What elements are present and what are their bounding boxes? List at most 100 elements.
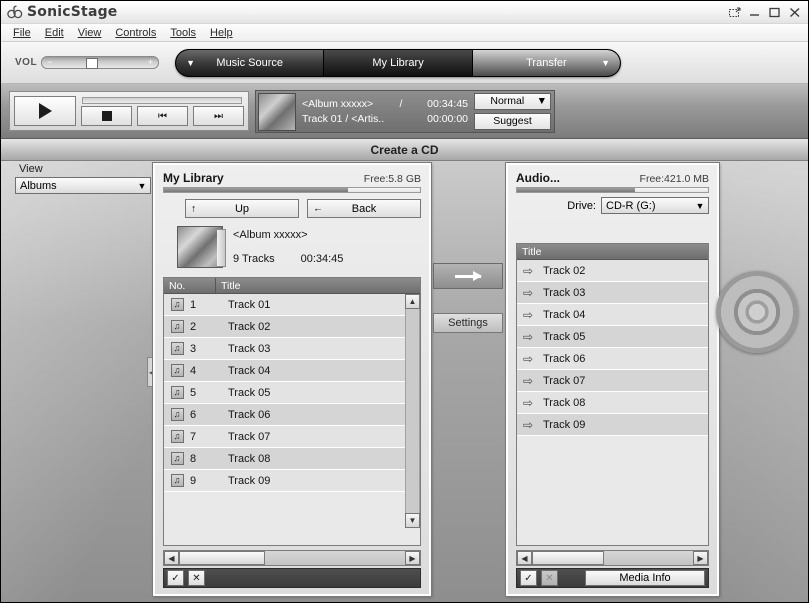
play-button[interactable] — [14, 96, 76, 126]
row-title: Track 04 — [228, 364, 271, 377]
scroll-left-button[interactable]: ◀ — [517, 551, 532, 565]
page-title: Create a CD — [1, 139, 808, 161]
table-row[interactable]: ⇨ Track 04 — [517, 304, 708, 326]
tab-transfer-label: Transfer — [526, 56, 567, 69]
volume-minus-icon[interactable]: − — [47, 58, 52, 67]
chevron-down-icon[interactable]: ▼ — [692, 198, 708, 213]
seek-slider[interactable] — [82, 97, 242, 104]
table-row[interactable]: ♫ 9 Track 09 — [164, 470, 420, 492]
menu-item-help[interactable]: Help — [203, 26, 240, 40]
table-row[interactable]: ⇨ Track 08 — [517, 392, 708, 414]
scroll-track[interactable] — [532, 551, 693, 565]
page-title-label: Create a CD — [370, 142, 439, 157]
cd-horizontal-scrollbar[interactable]: ◀ ▶ — [516, 550, 709, 566]
settings-button[interactable]: Settings — [433, 313, 503, 333]
menu-item-edit[interactable]: Edit — [38, 26, 71, 40]
triangle-down-icon: ▼ — [408, 516, 417, 525]
arrow-right-icon: ⇨ — [523, 263, 534, 278]
row-title: Track 08 — [543, 396, 586, 409]
select-all-button[interactable]: ✓ — [520, 570, 537, 586]
close-button[interactable] — [788, 6, 801, 19]
media-info-button[interactable]: Media Info — [585, 570, 705, 586]
tab-transfer[interactable]: Transfer ▼ — [472, 49, 621, 76]
scroll-right-button[interactable]: ▶ — [693, 551, 708, 565]
select-all-button[interactable]: ✓ — [167, 570, 184, 586]
volume-slider[interactable]: − + — [41, 56, 160, 69]
arrow-right-icon — [455, 270, 482, 281]
my-library-panel: My Library Free:5.8 GB ↑ Up ← Back <Albu… — [152, 162, 432, 597]
next-button[interactable]: ⏭ — [193, 106, 244, 126]
table-row[interactable]: ⇨ Track 06 — [517, 348, 708, 370]
suggest-button[interactable]: Suggest — [474, 112, 551, 130]
deselect-all-button[interactable]: ✕ — [188, 570, 205, 586]
table-row[interactable]: ⇨ Track 07 — [517, 370, 708, 392]
maximize-button[interactable] — [768, 6, 781, 19]
table-row[interactable]: ♫ 2 Track 02 — [164, 316, 420, 338]
cd-title: Audio... — [516, 171, 560, 185]
chevron-down-icon[interactable]: ▼ — [186, 58, 195, 68]
back-label: Back — [351, 202, 377, 215]
chevron-down-icon[interactable]: ▼ — [601, 58, 610, 68]
column-header-title[interactable]: Title — [517, 244, 708, 259]
stop-button[interactable] — [81, 106, 132, 126]
up-button[interactable]: ↑ Up — [185, 199, 299, 218]
scroll-track[interactable] — [405, 309, 420, 513]
chevron-down-icon[interactable]: ▼ — [134, 178, 150, 193]
library-vertical-scrollbar[interactable]: ▲ ▼ — [405, 294, 420, 528]
table-row[interactable]: ♫ 6 Track 06 — [164, 404, 420, 426]
table-row[interactable]: ⇨ Track 05 — [517, 326, 708, 348]
menu-item-tools[interactable]: Tools — [163, 26, 203, 40]
chevron-down-icon[interactable]: ▼ — [537, 95, 547, 107]
minimize-button[interactable] — [748, 6, 761, 19]
playback-mode-dropdown[interactable]: Normal ▼ — [474, 92, 551, 110]
scroll-down-button[interactable]: ▼ — [405, 513, 420, 528]
table-row[interactable]: ♫ 3 Track 03 — [164, 338, 420, 360]
tab-music-source[interactable]: ▼ Music Source — [176, 49, 325, 76]
back-button[interactable]: ← Back — [307, 199, 421, 218]
now-playing-total-time: 00:34:45 — [427, 97, 468, 110]
library-horizontal-scrollbar[interactable]: ◀ ▶ — [163, 550, 421, 566]
menu-item-file[interactable]: File — [6, 26, 38, 40]
scroll-track[interactable] — [179, 551, 405, 565]
window-controls — [728, 6, 804, 19]
row-title: Track 01 — [228, 298, 271, 311]
table-row[interactable]: ♫ 1 Track 01 — [164, 294, 420, 316]
table-row[interactable]: ♫ 7 Track 07 — [164, 426, 420, 448]
scroll-up-button[interactable]: ▲ — [405, 294, 420, 309]
menu-item-controls[interactable]: Controls — [108, 26, 163, 40]
view-mode-value: Albums — [20, 179, 57, 192]
table-row[interactable]: ⇨ Track 03 — [517, 282, 708, 304]
view-mode-dropdown[interactable]: Albums ▼ — [15, 177, 151, 194]
music-note-icon: ♫ — [164, 474, 186, 487]
table-row[interactable]: ⇨ Track 02 — [517, 260, 708, 282]
scroll-thumb[interactable] — [179, 551, 265, 565]
row-title: Track 09 — [543, 418, 586, 431]
rollup-button[interactable] — [728, 6, 741, 19]
now-playing-album: <Album xxxxx> — [302, 97, 374, 110]
transfer-button[interactable] — [433, 263, 503, 289]
row-title: Track 08 — [228, 452, 271, 465]
drive-dropdown[interactable]: CD-R (G:) ▼ — [601, 197, 709, 214]
column-header-title[interactable]: Title — [216, 278, 420, 293]
table-row[interactable]: ♫ 5 Track 05 — [164, 382, 420, 404]
volume-slider-handle[interactable] — [86, 58, 99, 69]
table-row[interactable]: ♫ 8 Track 08 — [164, 448, 420, 470]
table-row[interactable]: ♫ 4 Track 04 — [164, 360, 420, 382]
volume-plus-icon[interactable]: + — [148, 58, 153, 67]
album-meta: <Album xxxxx> 9 Tracks 00:34:45 — [233, 229, 343, 265]
column-header-no[interactable]: No. — [164, 278, 216, 293]
menu-view-label: View — [77, 26, 102, 39]
playback-mode-value: Normal — [490, 95, 525, 107]
checkbox-icon: ✓ — [524, 572, 533, 584]
scroll-thumb[interactable] — [532, 551, 605, 565]
arrow-right-icon: ⇨ — [523, 285, 534, 300]
menu-item-view[interactable]: View — [71, 26, 109, 40]
scroll-right-button[interactable]: ▶ — [405, 551, 420, 565]
table-row[interactable]: ⇨ Track 09 — [517, 414, 708, 436]
tab-my-library[interactable]: My Library — [324, 49, 473, 76]
cd-header: Audio... Free:421.0 MB — [508, 165, 717, 193]
suggest-label: Suggest — [493, 115, 532, 127]
album-art-thumbnail — [258, 92, 296, 131]
scroll-left-button[interactable]: ◀ — [164, 551, 179, 565]
previous-button[interactable]: ⏮ — [137, 106, 188, 126]
